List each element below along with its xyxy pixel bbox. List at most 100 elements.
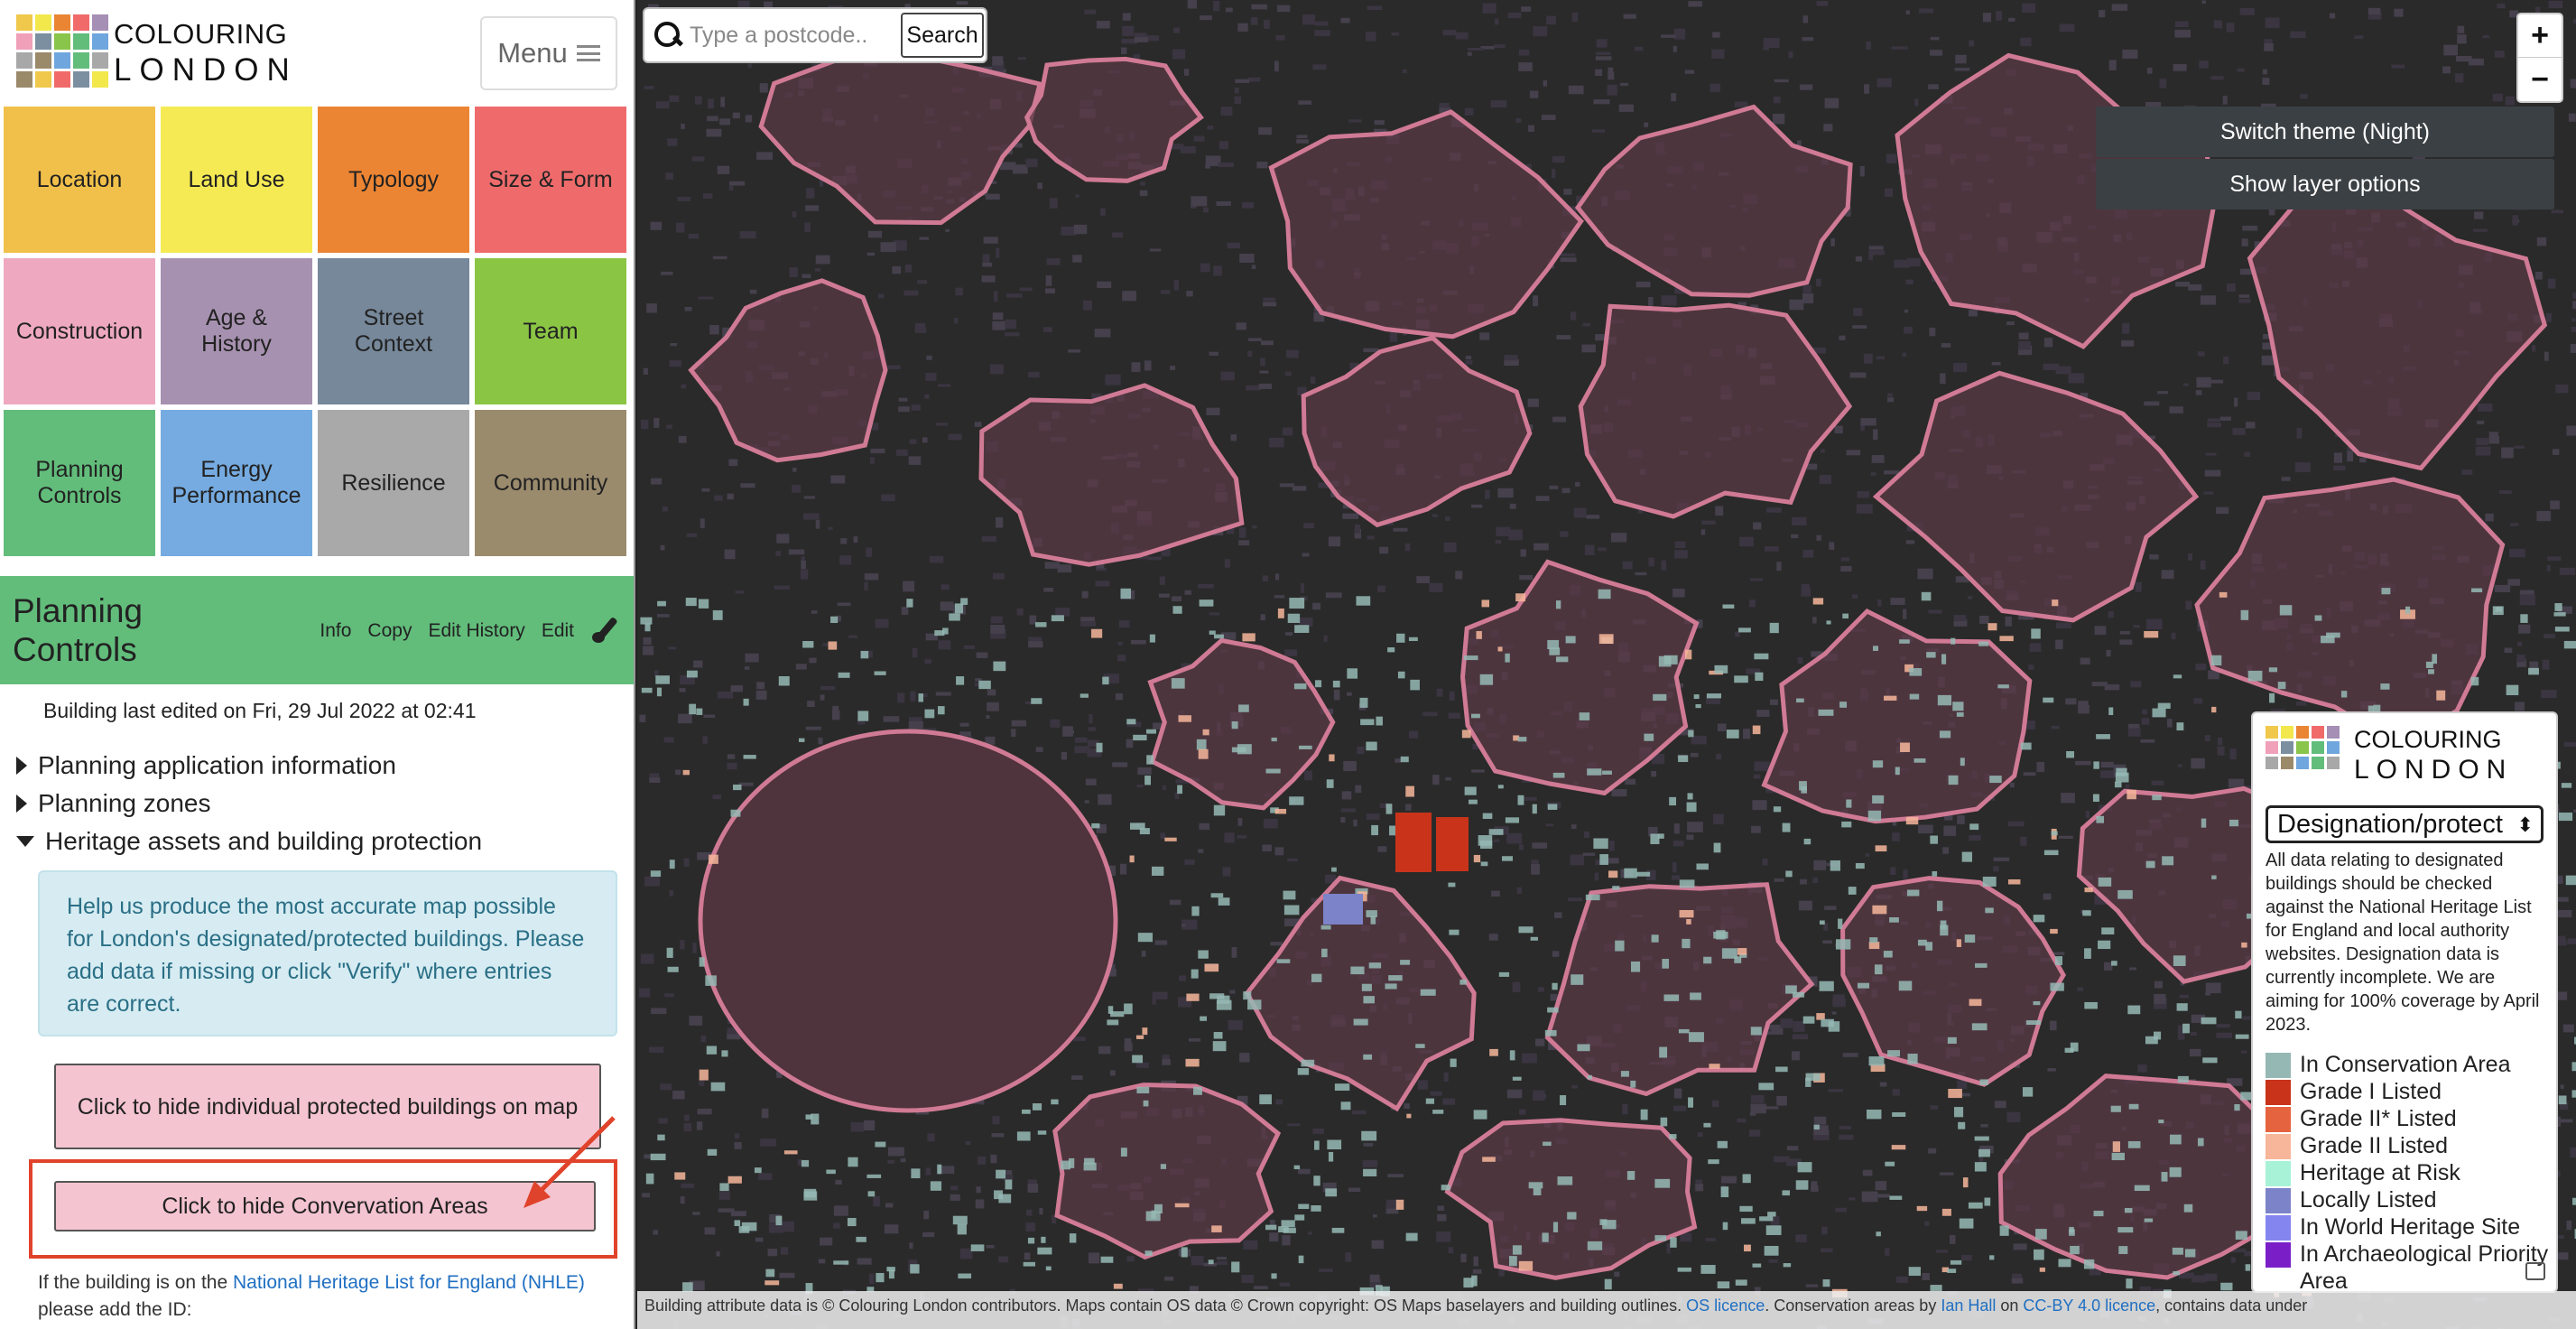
accordion-planning-application[interactable]: Planning application information bbox=[16, 751, 396, 780]
legend-item: Grade I Listed bbox=[2266, 1078, 2553, 1105]
legend-swatch bbox=[2266, 1242, 2291, 1268]
logo-square bbox=[2281, 726, 2293, 739]
menu-label: Menu bbox=[497, 37, 568, 69]
accordion-planning-zones[interactable]: Planning zones bbox=[16, 789, 210, 818]
logo-square bbox=[2296, 741, 2309, 754]
logo-square bbox=[92, 71, 108, 88]
edit-history-link[interactable]: Edit History bbox=[428, 620, 524, 642]
search-box: Search bbox=[643, 7, 987, 63]
accordion-label: Planning zones bbox=[38, 789, 211, 817]
menu-button[interactable]: Menu bbox=[480, 16, 617, 90]
edit-link[interactable]: Edit bbox=[542, 620, 574, 642]
category-size-form[interactable]: Size & Form bbox=[475, 107, 626, 253]
logo-square bbox=[54, 52, 70, 69]
logo-square bbox=[92, 52, 108, 69]
logo-square bbox=[16, 71, 32, 88]
logo-square bbox=[35, 71, 51, 88]
logo-square bbox=[35, 33, 51, 50]
logo-square bbox=[2327, 757, 2340, 769]
legend-item: Locally Listed bbox=[2266, 1186, 2553, 1213]
logo-icon[interactable] bbox=[16, 14, 108, 88]
logo-square bbox=[73, 14, 89, 31]
legend-swatch bbox=[2266, 1053, 2291, 1078]
logo-square bbox=[73, 52, 89, 69]
search-icon bbox=[652, 19, 684, 51]
ian-hall-link[interactable]: Ian Hall bbox=[1941, 1296, 1996, 1315]
attribution-text: . Conservation areas by bbox=[1765, 1296, 1941, 1315]
zoom-in-button[interactable]: + bbox=[2518, 14, 2562, 58]
category-resilience[interactable]: Resilience bbox=[318, 410, 469, 556]
category-land-use[interactable]: Land Use bbox=[161, 107, 312, 253]
logo-square bbox=[92, 33, 108, 50]
logo-text-bottom[interactable]: LONDON bbox=[114, 52, 298, 88]
nhle-text: If the building is on the National Herit… bbox=[38, 1269, 616, 1324]
logo-square bbox=[2266, 726, 2278, 739]
nhle-prefix: If the building is on the bbox=[38, 1272, 233, 1293]
zoom-control: + − bbox=[2516, 13, 2563, 103]
legend-label: Locally Listed bbox=[2300, 1187, 2437, 1213]
logo-square bbox=[54, 71, 70, 88]
attribution-text: , contains data under bbox=[2155, 1296, 2308, 1315]
logo-square bbox=[2296, 726, 2309, 739]
logo-square bbox=[2266, 741, 2278, 754]
logo-square bbox=[2312, 726, 2324, 739]
legend-swatch bbox=[2266, 1215, 2291, 1241]
legend-logo-text-bottom: LONDON bbox=[2354, 755, 2514, 785]
nhle-link[interactable]: National Heritage List for England (NHLE… bbox=[233, 1272, 585, 1293]
logo-text-top[interactable]: COLOURING bbox=[114, 18, 287, 51]
hamburger-icon bbox=[576, 45, 600, 61]
caret-right-icon bbox=[16, 757, 27, 775]
category-typology[interactable]: Typology bbox=[318, 107, 469, 253]
logo-square bbox=[16, 14, 32, 31]
category-community[interactable]: Community bbox=[475, 410, 626, 556]
legend-logo-text-top: COLOURING bbox=[2354, 726, 2502, 753]
cc-by-licence-link[interactable]: CC-BY 4.0 licence bbox=[2023, 1296, 2155, 1315]
category-team[interactable]: Team bbox=[475, 258, 626, 404]
logo-square bbox=[2281, 757, 2293, 769]
legend-swatch bbox=[2266, 1161, 2291, 1186]
logo-square bbox=[2281, 741, 2293, 754]
accordion-heritage[interactable]: Heritage assets and building protection bbox=[16, 827, 482, 856]
os-licence-link[interactable]: OS licence bbox=[1686, 1296, 1765, 1315]
last-edited-text: Building last edited on Fri, 29 Jul 2022… bbox=[43, 699, 477, 722]
legend-panel: COLOURING LONDON Designation/protect ⬍ A… bbox=[2251, 711, 2558, 1293]
legend-swatch bbox=[2266, 1107, 2291, 1132]
logo-square bbox=[2312, 741, 2324, 754]
logo-square bbox=[16, 33, 32, 50]
postcode-search-input[interactable] bbox=[690, 15, 901, 55]
category-energy-performance[interactable]: Energy Performance bbox=[161, 410, 312, 556]
legend-item: Grade II Listed bbox=[2266, 1132, 2553, 1159]
logo-square bbox=[2266, 757, 2278, 769]
legend-item: Heritage at Risk bbox=[2266, 1159, 2553, 1186]
attribution-text: on bbox=[1996, 1296, 2024, 1315]
category-grid: Location Land Use Typology Size & Form Const… bbox=[4, 107, 628, 558]
legend-label: Grade I Listed bbox=[2300, 1079, 2442, 1104]
legend-item: Grade II* Listed bbox=[2266, 1105, 2553, 1132]
logo-square bbox=[2312, 757, 2324, 769]
legend-layer-select[interactable]: Designation/protect ⬍ bbox=[2266, 805, 2544, 843]
copy-link[interactable]: Copy bbox=[367, 620, 412, 642]
category-age-history[interactable]: Age & History bbox=[161, 258, 312, 404]
section-header: Planning Controls Info Copy Edit History… bbox=[0, 576, 634, 684]
zoom-out-button[interactable]: − bbox=[2518, 58, 2562, 101]
legend-items: In Conservation Area Grade I Listed Grade … bbox=[2266, 1051, 2553, 1291]
legend-collapse-icon[interactable] bbox=[2525, 1262, 2545, 1280]
category-construction[interactable]: Construction bbox=[4, 258, 155, 404]
legend-item: In Conservation Area bbox=[2266, 1051, 2553, 1078]
accordion-label: Heritage assets and building protection bbox=[45, 827, 483, 855]
paintbrush-icon[interactable] bbox=[590, 618, 621, 645]
switch-theme-button[interactable]: Switch theme (Night) bbox=[2096, 107, 2554, 157]
category-street-context[interactable]: Street Context bbox=[318, 258, 469, 404]
logo-square bbox=[35, 14, 51, 31]
legend-label: Heritage at Risk bbox=[2300, 1160, 2460, 1185]
legend-description: All data relating to designated building… bbox=[2266, 850, 2540, 1035]
logo-square bbox=[2296, 757, 2309, 769]
info-link[interactable]: Info bbox=[320, 620, 351, 642]
info-box: Help us produce the most accurate map po… bbox=[38, 870, 617, 1036]
section-tools: Info Copy Edit History Edit bbox=[320, 618, 621, 645]
caret-down-icon bbox=[16, 836, 34, 847]
layer-options-button[interactable]: Show layer options bbox=[2096, 159, 2554, 209]
search-button[interactable]: Search bbox=[901, 13, 984, 58]
category-planning-controls[interactable]: Planning Controls bbox=[4, 410, 155, 556]
category-location[interactable]: Location bbox=[4, 107, 155, 253]
